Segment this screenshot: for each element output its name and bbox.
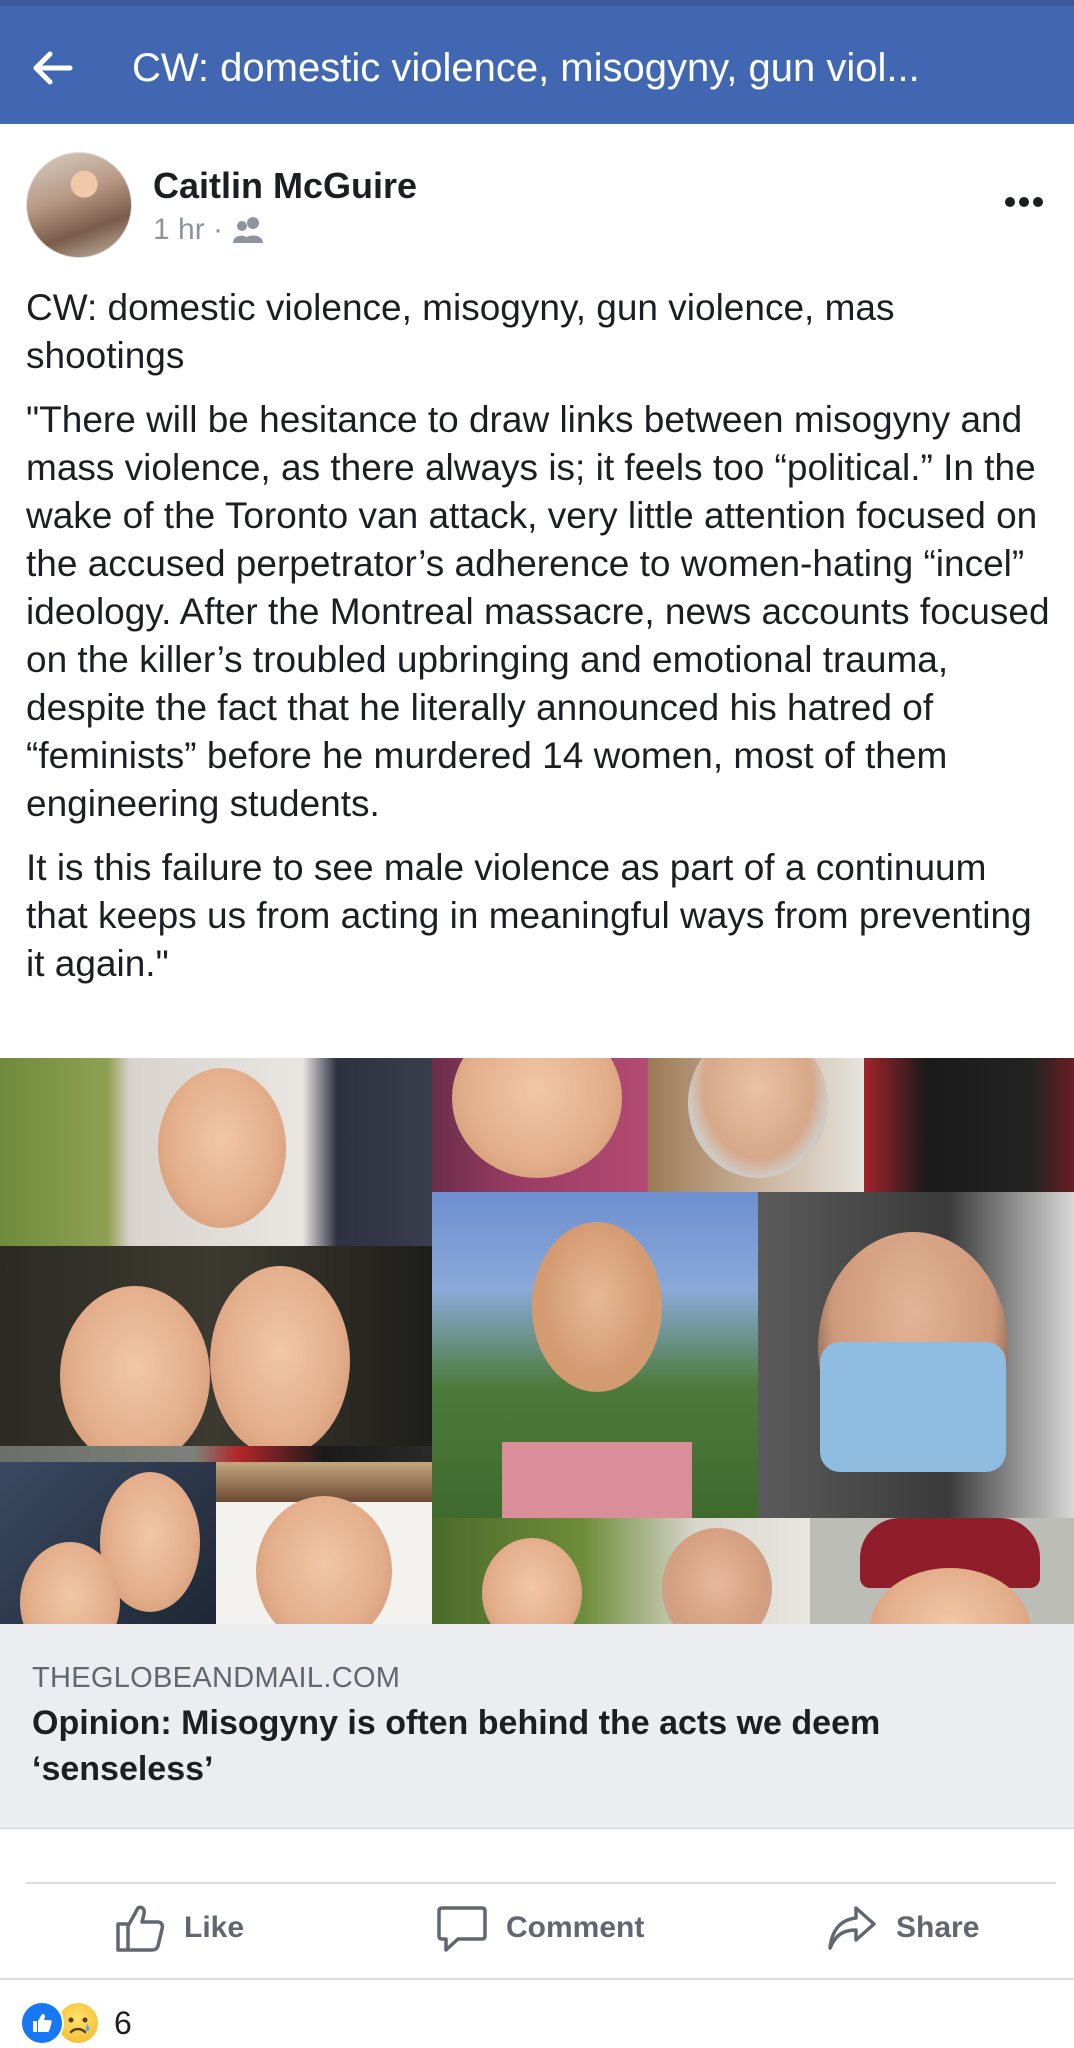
post-header: Caitlin McGuire 1 hr · bbox=[0, 124, 1074, 274]
photo-tile bbox=[758, 1192, 1074, 1518]
page-title: CW: domestic violence, misogyny, gun vio… bbox=[132, 46, 920, 90]
top-app-bar: CW: domestic violence, misogyny, gun vio… bbox=[0, 0, 1074, 124]
photo-tile bbox=[864, 1058, 1074, 1192]
photo-face bbox=[256, 1496, 392, 1624]
author-name[interactable]: Caitlin McGuire bbox=[153, 164, 417, 208]
share-button[interactable]: Share bbox=[826, 1898, 979, 1958]
photo-face bbox=[662, 1528, 772, 1624]
post-body: CW: domestic violence, misogyny, gun vio… bbox=[26, 284, 1056, 1004]
thumbs-up-icon bbox=[116, 1905, 165, 1952]
post-meta: 1 hr · bbox=[153, 210, 267, 250]
more-options-button[interactable] bbox=[994, 180, 1054, 224]
reactions-summary[interactable]: 6 bbox=[20, 1998, 132, 2048]
back-button[interactable] bbox=[22, 38, 82, 98]
photo-tile bbox=[432, 1192, 758, 1518]
post-timestamp[interactable]: 1 hr · bbox=[153, 210, 223, 250]
back-arrow-icon bbox=[33, 51, 73, 85]
photo-face bbox=[482, 1538, 582, 1624]
reaction-count: 6 bbox=[114, 2004, 132, 2041]
like-button[interactable]: Like bbox=[114, 1898, 244, 1958]
more-dot-icon bbox=[1033, 197, 1043, 207]
photo-face bbox=[688, 1058, 828, 1178]
post-paragraph: "There will be hesitance to draw links b… bbox=[26, 399, 1050, 824]
comment-button[interactable]: Comment bbox=[436, 1898, 644, 1958]
more-dot-icon bbox=[1005, 197, 1015, 207]
link-preview-image[interactable] bbox=[0, 1058, 1074, 1624]
photo-tile bbox=[648, 1058, 864, 1192]
like-label: Like bbox=[184, 1911, 245, 1944]
thumbs-up-icon bbox=[33, 2013, 52, 2032]
share-label: Share bbox=[896, 1911, 980, 1944]
share-arrow-icon bbox=[828, 1906, 876, 1950]
photo-mask bbox=[820, 1342, 1006, 1472]
comment-label: Comment bbox=[506, 1911, 645, 1944]
sad-face-icon bbox=[68, 2017, 90, 2034]
photo-face bbox=[60, 1286, 210, 1466]
photo-face bbox=[210, 1266, 350, 1456]
post-paragraph: It is this failure to see male violence … bbox=[26, 847, 1032, 984]
friends-audience-icon bbox=[233, 217, 264, 243]
more-dot-icon bbox=[1019, 197, 1029, 207]
photo-tile bbox=[0, 1462, 216, 1624]
photo-tile bbox=[432, 1518, 810, 1624]
comment-bubble-icon bbox=[437, 1906, 487, 1952]
photo-face bbox=[452, 1058, 622, 1178]
link-preview-card[interactable]: THEGLOBEANDMAIL.COM Opinion: Misogyny is… bbox=[0, 1624, 1074, 1829]
photo-clothing bbox=[502, 1442, 692, 1518]
photo-tile bbox=[810, 1518, 1074, 1624]
link-title[interactable]: Opinion: Misogyny is often behind the ac… bbox=[32, 1700, 1032, 1792]
link-domain: THEGLOBEANDMAIL.COM bbox=[32, 1662, 401, 1694]
avatar[interactable] bbox=[26, 152, 132, 258]
action-divider-top bbox=[26, 1882, 1056, 1884]
photo-tile bbox=[432, 1058, 648, 1192]
like-reaction-icon bbox=[20, 2001, 64, 2045]
action-divider-bottom bbox=[0, 1978, 1074, 1980]
photo-tile bbox=[0, 1058, 432, 1246]
post-paragraph: CW: domestic violence, misogyny, gun vio… bbox=[26, 287, 895, 376]
photo-tile bbox=[216, 1462, 432, 1624]
photo-face bbox=[158, 1068, 286, 1228]
photo-face bbox=[532, 1222, 662, 1392]
